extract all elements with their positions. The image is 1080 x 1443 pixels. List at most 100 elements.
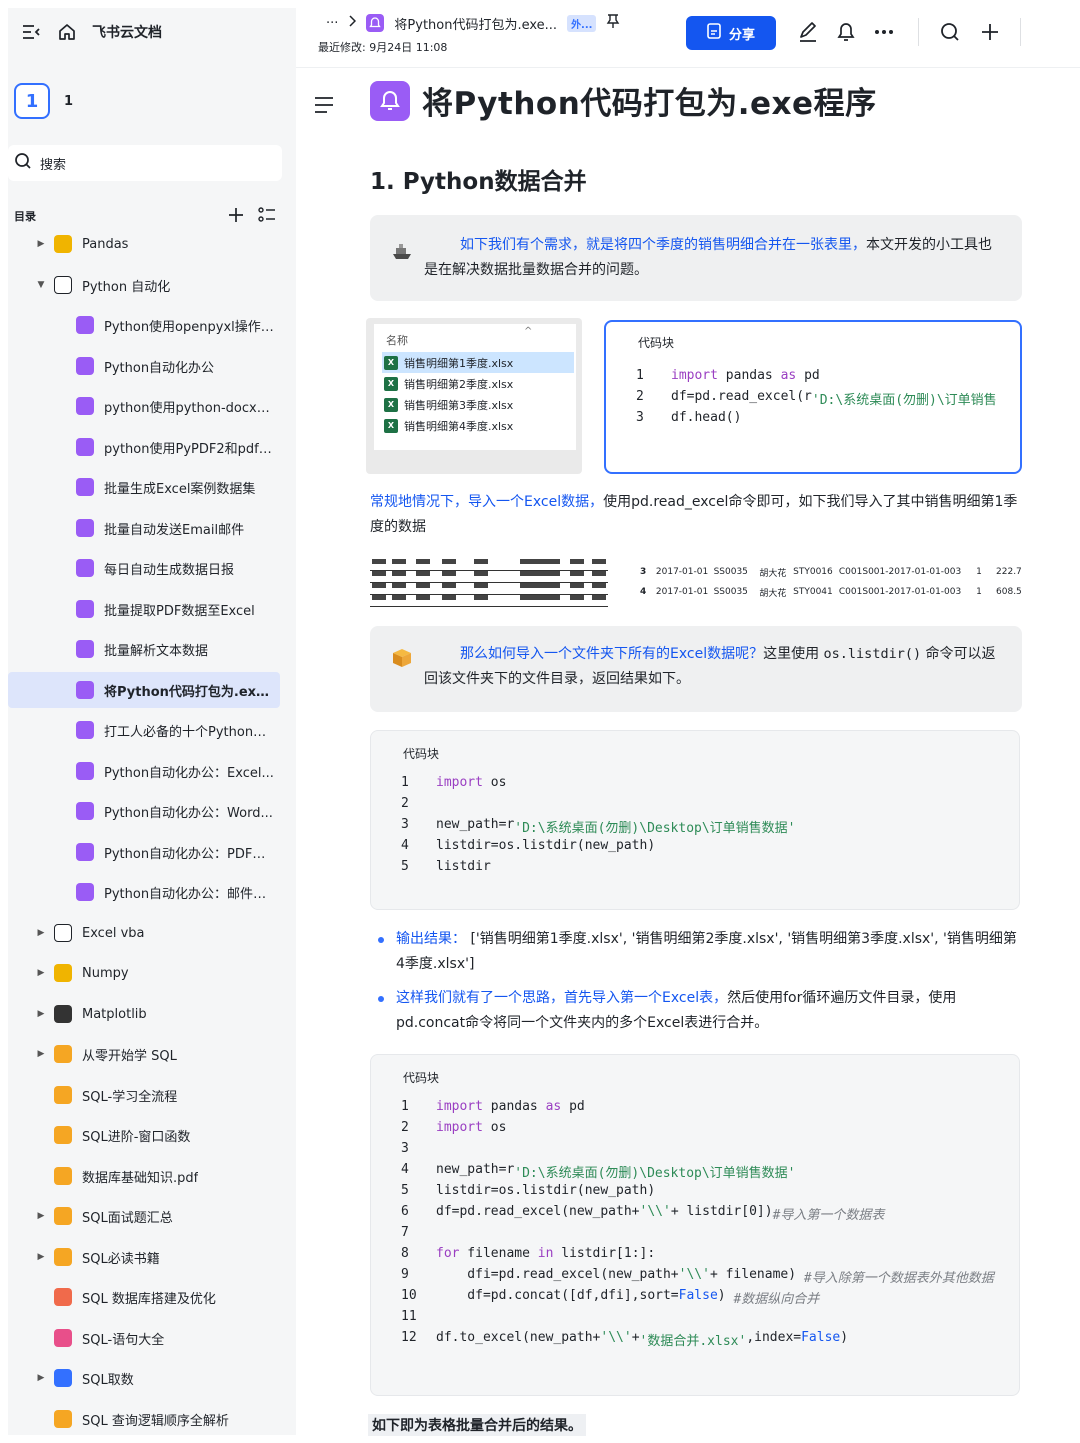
- code-token: '\\': [678, 1267, 710, 1282]
- breadcrumb-more[interactable]: ···: [326, 16, 338, 31]
- code-line: 2 import os: [401, 1120, 994, 1141]
- line-number: 3: [401, 1141, 409, 1156]
- pin-icon[interactable]: [606, 13, 620, 33]
- workspace-switcher[interactable]: 1 1: [14, 83, 73, 119]
- code-block[interactable]: 代码块 1 import pandas as pd 2 import os 3 4 new_…: [370, 1054, 1020, 1396]
- table-cell: [372, 583, 386, 588]
- caret-right-icon[interactable]: ▶: [36, 1211, 46, 1221]
- sidebar-item[interactable]: ▶ SQL面试题汇总: [8, 1198, 280, 1234]
- caret-right-icon[interactable]: ▶: [36, 928, 46, 938]
- table-cell: [570, 595, 584, 600]
- line-number: 2: [401, 1120, 409, 1135]
- doc-type-icon: [54, 235, 72, 253]
- sidebar-item[interactable]: 批量生成Excel案例数据集: [8, 469, 280, 505]
- code-token: import: [436, 775, 483, 790]
- workspace-avatar[interactable]: 1: [14, 83, 50, 119]
- sidebar-item[interactable]: python使用PyPDF2和pdfpl...: [8, 429, 280, 465]
- sidebar-item-label: SQL-语句大全: [82, 1332, 165, 1348]
- table-cell: [592, 571, 606, 576]
- doc-type-icon: [54, 1045, 72, 1063]
- share-button[interactable]: 分享: [686, 16, 776, 50]
- sidebar-item-label: python使用python-docx操...: [104, 400, 276, 416]
- code-token: pandas: [482, 1099, 546, 1114]
- outline-menu-icon[interactable]: [314, 96, 334, 118]
- file-row: X 销售明细第3季度.xlsx: [382, 394, 574, 415]
- toc-header: 目录: [14, 204, 276, 228]
- caret-right-icon[interactable]: ▶: [36, 1252, 46, 1262]
- file-row: X 销售明细第2季度.xlsx: [382, 373, 574, 394]
- sidebar-item[interactable]: SQL-语句大全: [8, 1320, 280, 1356]
- breadcrumb-doc-name[interactable]: 将Python代码打包为.exe...: [394, 14, 557, 33]
- sidebar-item[interactable]: 批量解析文本数据: [8, 631, 280, 667]
- sidebar-item[interactable]: ▶ SQL取数: [8, 1360, 280, 1396]
- sidebar-item[interactable]: Python使用openpyxl操作e...: [8, 307, 280, 343]
- search-icon: [14, 152, 32, 174]
- sidebar-item[interactable]: ▶ 从零开始学 SQL: [8, 1036, 280, 1072]
- home-icon[interactable]: [56, 21, 78, 43]
- doc-type-icon: [54, 1369, 72, 1387]
- sidebar-item[interactable]: ▶ Matplotlib: [8, 996, 280, 1032]
- search-label: 搜索: [40, 157, 67, 173]
- table-cell: [392, 559, 406, 564]
- sidebar-item[interactable]: Python自动化办公：Excel...: [8, 753, 280, 789]
- sidebar-item[interactable]: 打工人必备的十个Python自...: [8, 712, 280, 748]
- collapse-sidebar-icon[interactable]: [20, 21, 42, 43]
- code-block[interactable]: 代码块 1 import os 2 3 new_path=r 'D:\系统桌面(勿删)\D…: [370, 730, 1020, 910]
- caret-right-icon[interactable]: ▶: [36, 1049, 46, 1059]
- add-icon[interactable]: [228, 207, 244, 226]
- sidebar-item-label: SQL 数据库搭建及优化: [82, 1291, 216, 1307]
- sidebar-item[interactable]: SQL进阶-窗口函数: [8, 1117, 280, 1153]
- sidebar-search[interactable]: 搜索: [8, 145, 282, 181]
- sidebar-item[interactable]: Python自动化办公: [8, 348, 280, 384]
- sidebar-item[interactable]: 数据库基础知识.pdf: [8, 1158, 280, 1194]
- add-icon[interactable]: [978, 20, 1002, 44]
- notification-bell-icon[interactable]: [834, 20, 858, 44]
- caret-right-icon[interactable]: ▶: [36, 968, 46, 978]
- sidebar-item[interactable]: SQL-学习全流程: [8, 1077, 280, 1113]
- search-icon[interactable]: [938, 20, 962, 44]
- sidebar-item-label: Python使用openpyxl操作e...: [104, 319, 276, 335]
- code-line: 5 listdir: [401, 859, 796, 880]
- sidebar-item[interactable]: ▶ Numpy: [8, 955, 280, 991]
- sidebar-item[interactable]: ▶ Excel vba: [8, 915, 280, 951]
- edit-icon[interactable]: [796, 20, 820, 44]
- list-settings-icon[interactable]: [258, 206, 276, 226]
- sidebar-item[interactable]: ▼ Python 自动化: [8, 267, 280, 303]
- code-token: 'D:\系统桌面(勿删)\订单销售: [811, 393, 997, 408]
- table-cell: [392, 571, 406, 576]
- line-number: 10: [401, 1288, 417, 1303]
- more-icon[interactable]: [872, 20, 896, 44]
- sidebar-item[interactable]: ▶ Pandas: [8, 226, 280, 262]
- code-block[interactable]: 代码块 1 import pandas as pd 2 df=pd.read_exce…: [604, 320, 1022, 474]
- caret-right-icon[interactable]: ▶: [36, 1009, 46, 1019]
- caret-right-icon[interactable]: ▶: [36, 239, 46, 249]
- caret-right-icon[interactable]: ▶: [36, 1373, 46, 1383]
- code-token: df.to_excel(new_path+: [436, 1330, 601, 1345]
- sidebar-item-label: Python自动化办公：PDF自...: [104, 846, 276, 862]
- sidebar-item[interactable]: Python自动化办公：PDF自...: [8, 834, 280, 870]
- table-cell: SS0035: [713, 587, 748, 597]
- table-cell: [474, 559, 488, 564]
- code-token: new_path=r: [436, 1162, 515, 1177]
- code-token: dfi=pd.read_excel(new_path+: [436, 1267, 679, 1282]
- doc-type-icon: [54, 1086, 72, 1104]
- sidebar-item[interactable]: 批量提取PDF数据至Excel: [8, 591, 280, 627]
- workspace-name: 1: [64, 93, 74, 109]
- sidebar-item[interactable]: Python自动化办公：邮件自...: [8, 874, 280, 910]
- table-cell: [592, 583, 606, 588]
- sidebar-item[interactable]: 批量自动发送Email邮件: [8, 510, 280, 546]
- sidebar-item[interactable]: SQL 数据库搭建及优化: [8, 1279, 280, 1315]
- sidebar-item[interactable]: Python自动化办公：Word...: [8, 793, 280, 829]
- sort-caret-icon: ^: [524, 326, 533, 337]
- sidebar-item-label: 批量自动发送Email邮件: [104, 522, 245, 538]
- code-line: 1 import os: [401, 775, 796, 796]
- sidebar-item[interactable]: 将Python代码打包为.exe程序: [8, 672, 280, 708]
- sidebar-item[interactable]: python使用python-docx操...: [8, 388, 280, 424]
- sidebar-item[interactable]: SQL 查询逻辑顺序全解析: [8, 1401, 280, 1435]
- sidebar-item[interactable]: 每日自动生成数据日报: [8, 550, 280, 586]
- code-token: #导入第一个数据表: [772, 1208, 885, 1223]
- caret-down-icon[interactable]: ▼: [36, 280, 46, 290]
- table-cell: [570, 583, 584, 588]
- line-number: 6: [401, 1204, 409, 1219]
- sidebar-item[interactable]: ▶ SQL必读书籍: [8, 1239, 280, 1275]
